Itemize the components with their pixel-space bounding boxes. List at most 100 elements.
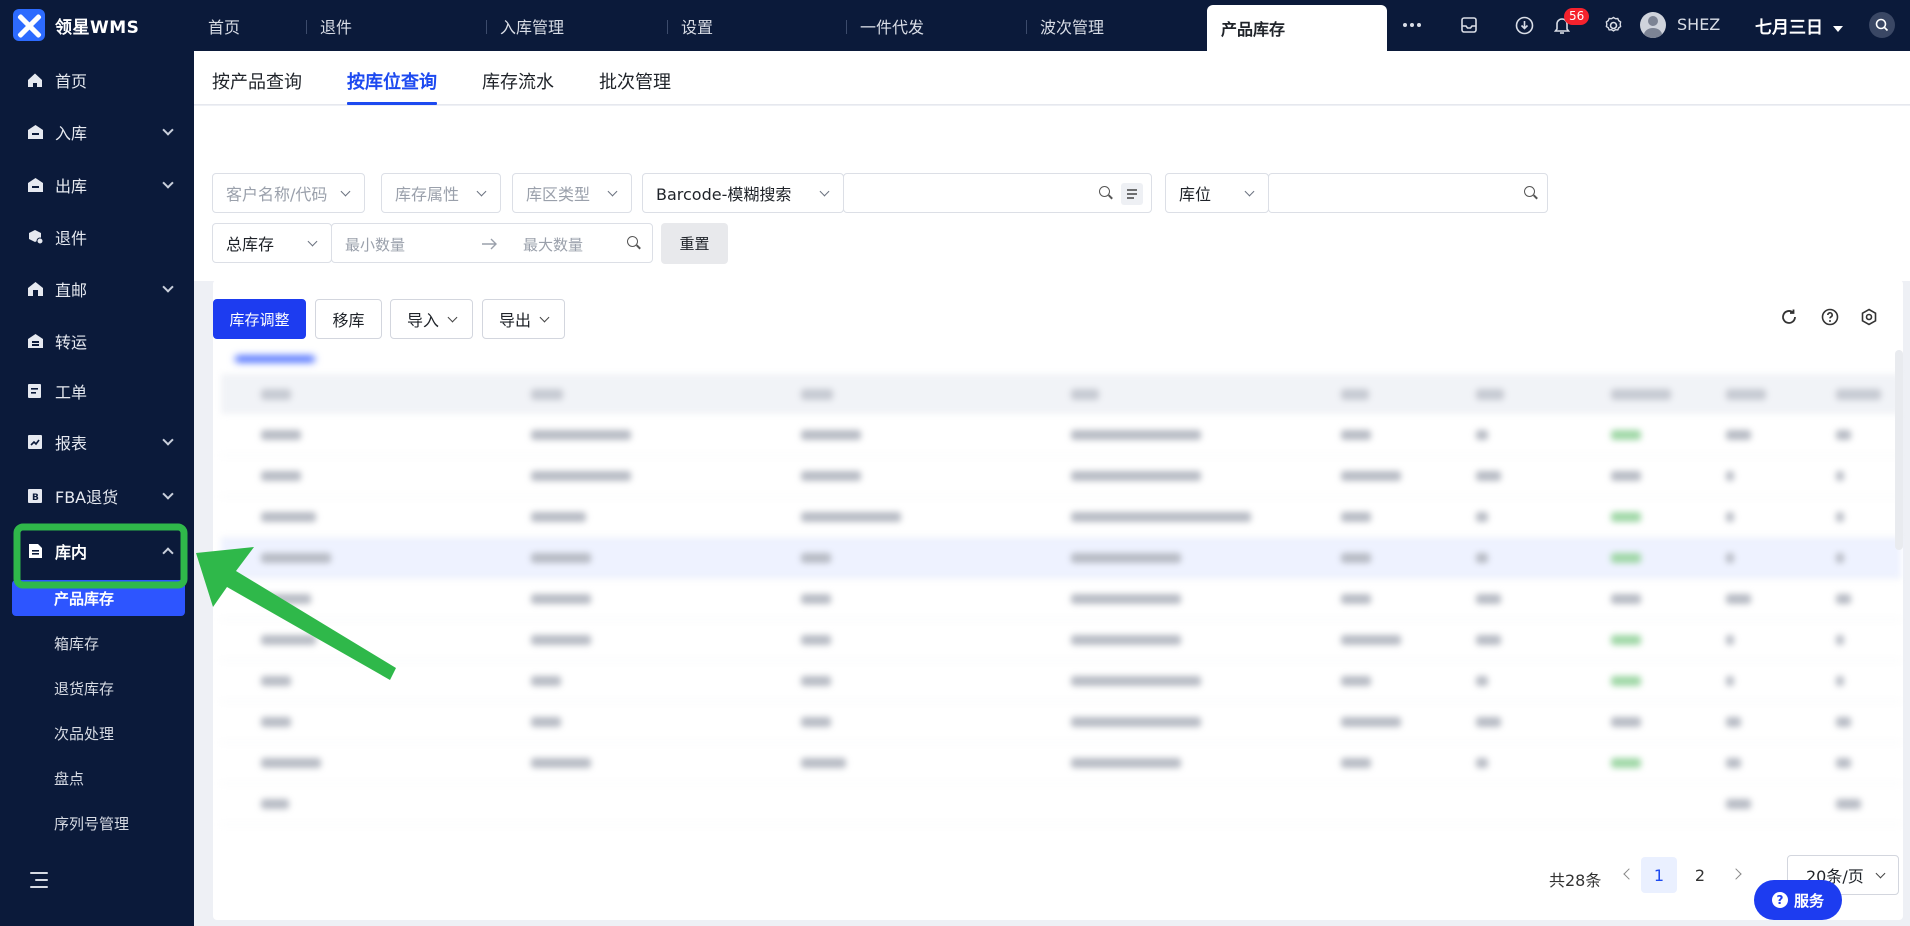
column-settings-icon[interactable]: [1861, 308, 1881, 328]
table-scroll-indicator: [235, 356, 315, 362]
sidebar-subitem-return-stock[interactable]: 退货库存: [12, 670, 185, 706]
export-button[interactable]: 导出: [482, 299, 565, 339]
table-row[interactable]: [221, 661, 1901, 702]
page-button-2[interactable]: 2: [1682, 857, 1718, 893]
table-cell: [1836, 717, 1851, 727]
filter-panel: 客户名称/代码 库存属性 库区类型 Barcode-模糊搜索 库位 总库存 最小…: [194, 106, 1910, 281]
sidebar: 首页 入库 出库 退件 直邮 转运 工单 报表 B FBA退货 库内 产品库存 …: [0, 51, 194, 926]
home-icon: [26, 71, 44, 89]
top-tab-settings[interactable]: 设置: [667, 0, 713, 51]
sidebar-subitem-label: 次品处理: [54, 724, 115, 743]
table-cell: [1341, 553, 1371, 563]
search-icon[interactable]: [1524, 186, 1538, 200]
top-tab-inbound[interactable]: 入库管理: [486, 0, 564, 51]
table-cell: [261, 717, 291, 727]
reset-button[interactable]: 重置: [661, 223, 728, 264]
quantity-range-input[interactable]: 最小数量 最大数量: [331, 223, 653, 263]
move-stock-button[interactable]: 移库: [315, 299, 382, 339]
table-row[interactable]: [221, 497, 1901, 538]
table-row[interactable]: [221, 456, 1901, 497]
barcode-search-input[interactable]: [843, 173, 1152, 213]
collapse-sidebar-icon[interactable]: [30, 870, 52, 890]
sidebar-item-report[interactable]: 报表: [0, 422, 194, 462]
user-avatar[interactable]: [1640, 12, 1666, 38]
search-icon[interactable]: [627, 236, 641, 250]
results-card: 库存调整 移库 导入 导出 共28条 1 2 20条/页: [213, 280, 1903, 920]
table-cell: [801, 635, 831, 645]
top-tab-home[interactable]: 首页: [194, 0, 240, 51]
min-quantity-field[interactable]: 最小数量: [345, 234, 405, 255]
brand-logo[interactable]: 领星WMS: [13, 8, 139, 42]
stock-attribute-select[interactable]: 库存属性: [381, 173, 501, 213]
sidebar-item-work-order[interactable]: 工单: [0, 371, 194, 411]
import-button[interactable]: 导入: [390, 299, 473, 339]
batch-input-icon[interactable]: [1121, 183, 1143, 205]
search-icon[interactable]: [1099, 186, 1113, 200]
sidebar-subitem-stocktake[interactable]: 盘点: [12, 760, 185, 796]
svg-text:B: B: [32, 493, 39, 503]
sidebar-item-transfer[interactable]: 转运: [0, 321, 194, 361]
sidebar-subitem-serial-number[interactable]: 序列号管理: [12, 805, 185, 841]
sidebar-subitem-product-stock[interactable]: 产品库存: [12, 580, 185, 616]
barcode-mode-select[interactable]: Barcode-模糊搜索: [642, 173, 844, 213]
top-tab-wave[interactable]: 波次管理: [1026, 0, 1104, 51]
date-selector[interactable]: 七月三日: [1755, 13, 1843, 38]
table-row[interactable]: [221, 620, 1901, 661]
page-button-1[interactable]: 1: [1641, 857, 1677, 893]
stock-adjust-button[interactable]: 库存调整: [213, 299, 306, 339]
search-icon[interactable]: [1869, 12, 1895, 38]
more-icon[interactable]: [1400, 13, 1424, 37]
username[interactable]: SHEZ: [1677, 15, 1720, 34]
inbox-icon[interactable]: [1457, 13, 1481, 37]
table-cell: [1611, 676, 1641, 686]
chevron-down-icon: [607, 186, 618, 197]
table-cell: [801, 553, 831, 563]
sidebar-item-fba-return[interactable]: B FBA退货: [0, 476, 194, 516]
table-row[interactable]: [221, 538, 1901, 579]
table-row[interactable]: [221, 415, 1901, 456]
sidebar-item-home[interactable]: 首页: [0, 60, 194, 100]
help-icon[interactable]: [1821, 308, 1841, 328]
gear-icon[interactable]: [1601, 13, 1625, 37]
table-row[interactable]: [221, 579, 1901, 620]
location-search-input[interactable]: [1268, 173, 1548, 213]
table-cell: [1476, 717, 1501, 727]
date-label: 七月三日: [1755, 18, 1823, 38]
tab-by-location[interactable]: 按库位查询: [347, 68, 437, 94]
tab-batch-management[interactable]: 批次管理: [599, 68, 671, 94]
location-mode-select[interactable]: 库位: [1165, 173, 1269, 213]
max-quantity-field[interactable]: 最大数量: [523, 234, 583, 255]
tab-by-product[interactable]: 按产品查询: [212, 68, 302, 94]
customer-select[interactable]: 客户名称/代码: [212, 173, 365, 213]
refresh-icon[interactable]: [1780, 308, 1800, 328]
download-icon[interactable]: [1512, 13, 1536, 37]
zone-type-select[interactable]: 库区类型: [512, 173, 632, 213]
table-cell: [1726, 717, 1741, 727]
top-tab-product-stock[interactable]: 产品库存: [1207, 5, 1387, 51]
sidebar-item-inbound[interactable]: 入库: [0, 112, 194, 152]
sidebar-item-direct-mail[interactable]: 直邮: [0, 269, 194, 309]
table-row[interactable]: [221, 743, 1901, 784]
sidebar-item-outbound[interactable]: 出库: [0, 165, 194, 205]
report-icon: [26, 433, 44, 451]
sidebar-subitem-box-stock[interactable]: 箱库存: [12, 625, 185, 661]
next-page-icon[interactable]: [1730, 868, 1742, 880]
top-tab-return[interactable]: 退件: [306, 0, 352, 51]
sidebar-item-return[interactable]: 退件: [0, 217, 194, 257]
table-cell: [1341, 430, 1371, 440]
sidebar-item-inventory[interactable]: 库内: [0, 531, 194, 571]
sidebar-subitem-defective[interactable]: 次品处理: [12, 715, 185, 751]
top-bar: 领星WMS 首页 退件 入库管理 设置 一件代发 波次管理 产品库存 56 SH…: [0, 0, 1910, 51]
service-button[interactable]: ? 服务: [1754, 880, 1842, 920]
table-cell: [1071, 717, 1201, 727]
stock-type-select[interactable]: 总库存: [212, 223, 332, 263]
prev-page-icon[interactable]: [1623, 868, 1635, 880]
top-tab-label: 波次管理: [1040, 17, 1105, 37]
vertical-scrollbar[interactable]: [1895, 350, 1903, 550]
direct-mail-icon: [26, 280, 44, 298]
table-cell: [801, 512, 901, 522]
top-tab-dropship[interactable]: 一件代发: [846, 0, 924, 51]
table-cell: [261, 676, 291, 686]
tab-stock-flow[interactable]: 库存流水: [482, 68, 554, 94]
table-row[interactable]: [221, 702, 1901, 743]
